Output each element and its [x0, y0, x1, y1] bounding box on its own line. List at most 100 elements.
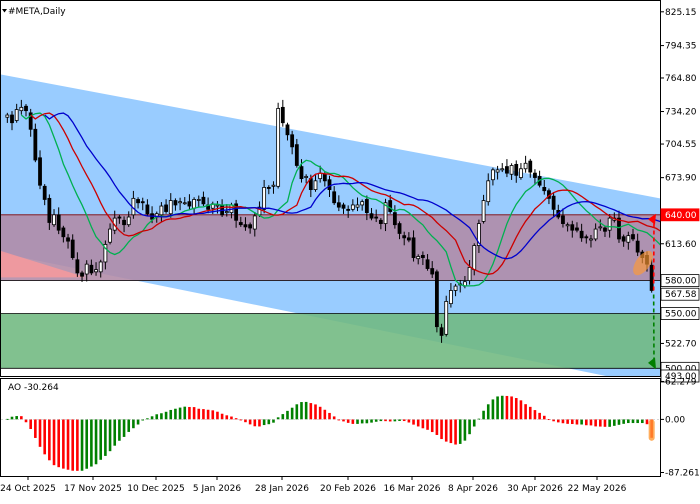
candle: [272, 185, 275, 186]
candle: [286, 125, 289, 135]
ao-tick-label: 62.279: [665, 377, 697, 387]
ao-bar: [127, 419, 130, 432]
candle: [356, 205, 359, 207]
ao-bar: [594, 419, 597, 426]
candle: [533, 173, 536, 177]
candle: [529, 161, 532, 172]
candle: [445, 301, 448, 334]
candle: [244, 225, 247, 227]
candle: [48, 198, 51, 222]
price-tick-label: 704.55: [665, 140, 697, 150]
ao-bar: [622, 419, 625, 423]
ao-bar: [375, 419, 378, 421]
price-tick-label: 734.20: [665, 108, 697, 118]
candle: [552, 196, 555, 209]
ao-bar: [482, 411, 485, 420]
candle: [566, 225, 569, 226]
candle: [342, 205, 345, 208]
candle: [365, 199, 368, 212]
ao-bar: [529, 407, 532, 420]
candle: [165, 205, 168, 212]
candle: [81, 273, 84, 276]
ao-bar: [29, 419, 32, 429]
candle: [636, 241, 639, 252]
candle: [487, 181, 490, 202]
ao-bar: [132, 419, 135, 428]
candle: [599, 227, 602, 228]
ao-bar: [160, 413, 163, 419]
candle: [333, 192, 336, 203]
ao-bar: [20, 416, 23, 419]
candle: [491, 170, 494, 180]
candle: [398, 224, 401, 234]
ao-bar: [277, 417, 280, 419]
ao-bar: [48, 419, 51, 460]
candle: [323, 174, 326, 181]
ao-bar: [496, 396, 499, 419]
candle: [510, 165, 513, 174]
candle: [15, 110, 18, 121]
candle: [57, 215, 60, 230]
candle: [337, 203, 340, 207]
ao-bar: [366, 419, 369, 423]
ao-bar: [216, 412, 219, 420]
ao-bar: [450, 419, 453, 443]
ao-bar: [193, 407, 196, 419]
date-tick-label: 17 Nov 2025: [64, 484, 122, 494]
ao-label: AO -30.264: [8, 383, 59, 393]
candle: [650, 265, 653, 290]
ao-bar: [520, 400, 523, 419]
candle: [295, 145, 298, 166]
ao-bar: [34, 419, 37, 438]
candle: [482, 201, 485, 222]
ao-bar: [454, 419, 457, 444]
chart-canvas: 825.15794.35764.80734.20704.55673.90613.…: [0, 0, 700, 500]
ao-bar: [188, 407, 191, 419]
ao-bar: [445, 419, 448, 441]
candle: [328, 180, 331, 190]
ao-bar: [95, 419, 98, 464]
ao-bar: [515, 398, 518, 419]
candle: [43, 186, 46, 199]
candle: [263, 187, 266, 209]
candle: [300, 167, 303, 179]
ao-bar: [562, 419, 565, 423]
candle: [370, 214, 373, 218]
candle: [67, 238, 70, 241]
ao-bar: [268, 419, 271, 424]
candle: [393, 213, 396, 225]
ao-bar: [524, 404, 527, 419]
level-tag-label: 580.00: [665, 277, 697, 287]
candle: [473, 246, 476, 270]
level-tag-label: 640.00: [665, 211, 697, 221]
candle: [253, 216, 256, 229]
ao-bar: [25, 419, 28, 422]
ao-bar: [71, 419, 74, 470]
ao-bar: [76, 419, 79, 470]
candle: [127, 217, 130, 225]
ao-highlight: [649, 419, 655, 440]
candle: [412, 238, 415, 258]
ao-bar: [221, 414, 224, 420]
ao-bar: [207, 410, 210, 420]
ao-bar: [641, 419, 644, 423]
ao-bar: [347, 419, 350, 422]
support-zone: [1, 314, 660, 369]
ao-bar: [319, 407, 322, 420]
ao-bar: [417, 419, 420, 426]
ao-bar: [436, 419, 439, 435]
candle: [141, 202, 144, 203]
candle: [34, 129, 37, 160]
ao-bar: [422, 419, 425, 428]
candle: [449, 290, 452, 303]
date-tick-label: 24 Oct 2025: [0, 484, 56, 494]
candle: [90, 265, 93, 273]
ao-bar: [202, 409, 205, 419]
chart: 825.15794.35764.80734.20704.55673.90613.…: [0, 0, 700, 500]
ao-bar: [627, 419, 630, 423]
ao-bar: [211, 410, 214, 419]
candle: [440, 328, 443, 336]
candle: [314, 181, 317, 190]
ao-bar: [459, 419, 462, 444]
candle: [109, 229, 112, 242]
